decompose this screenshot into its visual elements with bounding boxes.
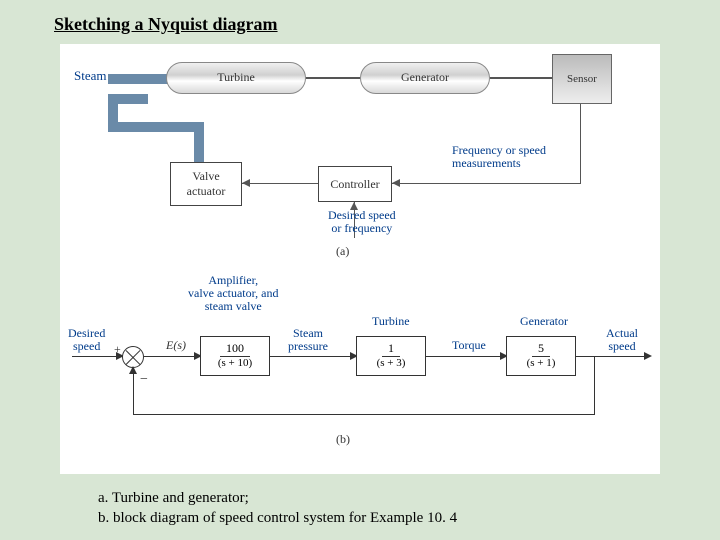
generator-b-label: Generator <box>520 314 568 329</box>
wire-tf1-tf2 <box>270 356 356 357</box>
tf1-box: 100 (s + 10) <box>200 336 270 376</box>
arrow-sensor-ctrl <box>392 179 400 187</box>
sublabel-b: (b) <box>336 432 350 447</box>
pipe-steam-h2 <box>108 122 204 132</box>
turbine-label: Turbine <box>167 70 305 85</box>
arrow-out <box>644 352 652 360</box>
turbine-cylinder: Turbine <box>166 62 306 94</box>
desired-speed-freq-label: Desired speed or frequency <box>328 209 396 235</box>
arrow-fb-sum <box>129 366 137 374</box>
tf1-num: 100 <box>220 342 250 356</box>
wire-fb-up <box>133 368 134 415</box>
caption-a: a. Turbine and generator; <box>98 490 249 507</box>
torque-label: Torque <box>452 338 486 353</box>
wire-in-sum <box>72 356 122 357</box>
summing-junction <box>122 346 144 368</box>
caption-b: b. block diagram of speed control system… <box>98 510 457 527</box>
sublabel-a: (a) <box>336 244 349 259</box>
tf2-den: (s + 3) <box>371 357 412 370</box>
shaft-generator-sensor <box>490 77 552 79</box>
arrow-ctrl-valve <box>242 179 250 187</box>
amplifier-label: Amplifier, valve actuator, and steam val… <box>188 274 278 314</box>
pipe-steam-v1 <box>108 94 118 124</box>
generator-label: Generator <box>361 70 489 85</box>
steam-pressure-label: Steam pressure <box>288 327 328 353</box>
tf2-box: 1 (s + 3) <box>356 336 426 376</box>
tf1-den: (s + 10) <box>212 357 258 370</box>
tf2-num: 1 <box>382 342 400 356</box>
error-signal-label: E(s) <box>166 338 186 353</box>
wire-tf2-tf3 <box>426 356 506 357</box>
wire-tf3-out <box>576 356 650 357</box>
wire-sensor-ctrl <box>392 183 580 184</box>
wire-ctrl-valve <box>242 183 318 184</box>
desired-speed-label: Desired speed <box>68 327 105 353</box>
generator-cylinder: Generator <box>360 62 490 94</box>
steam-label: Steam <box>74 68 107 84</box>
controller-box: Controller <box>318 166 392 202</box>
wire-sensor-down <box>580 104 581 184</box>
wire-sum-tf1 <box>144 356 200 357</box>
valve-actuator-box: Valve actuator <box>170 162 242 206</box>
diagram-canvas: Steam Turbine Generator Sensor Valve act… <box>60 44 660 474</box>
tf3-num: 5 <box>532 342 550 356</box>
actual-speed-label: Actual speed <box>606 327 638 353</box>
pipe-steam-v2 <box>194 122 204 164</box>
wire-fb-down <box>594 356 595 414</box>
valve-actuator-label: Valve actuator <box>187 169 226 199</box>
sensor-box: Sensor <box>552 54 612 104</box>
tf3-den: (s + 1) <box>521 357 562 370</box>
turbine-b-label: Turbine <box>372 314 410 329</box>
shaft-turbine-generator <box>306 77 360 79</box>
sum-minus: − <box>140 372 148 388</box>
pipe-steam-in <box>108 74 168 84</box>
tf3-box: 5 (s + 1) <box>506 336 576 376</box>
page-title: Sketching a Nyquist diagram <box>54 14 278 35</box>
freq-measurements-label: Frequency or speed measurements <box>452 144 546 170</box>
wire-fb-h <box>133 414 595 415</box>
